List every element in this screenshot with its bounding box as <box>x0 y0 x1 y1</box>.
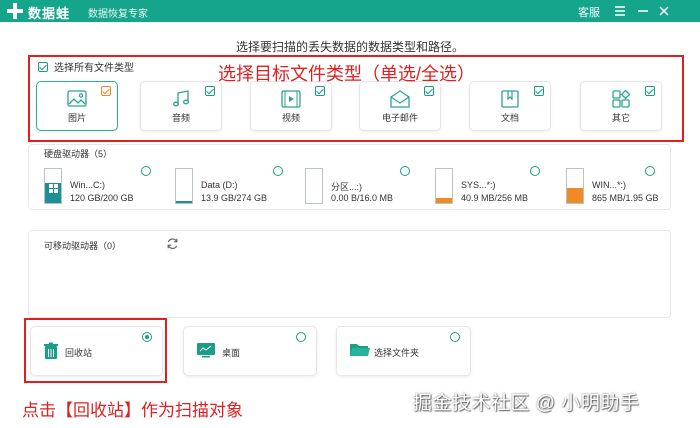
drive-bar <box>566 168 584 204</box>
watermark: 掘金技术社区 @ 小明助手 <box>413 393 640 414</box>
drive-radio[interactable] <box>530 166 540 176</box>
drive-name: Data (D:) <box>201 180 238 190</box>
drive-name: Win...C:) <box>70 180 105 190</box>
location-label: 桌面 <box>222 348 241 358</box>
drive-size: 0.00 B/16.0 MB <box>331 193 394 203</box>
instruction-text: 选择要扫描的丢失数据的数据类型和路径。 <box>235 40 464 54</box>
annotation-box-recycle-bin <box>24 318 167 383</box>
location-radio[interactable] <box>296 332 306 342</box>
removable-drive-title: 可移动驱动器（0） <box>44 241 122 251</box>
drive-usage-fill <box>176 201 192 203</box>
location-choose-folder[interactable]: 选择文件夹 <box>336 326 471 376</box>
minimize-icon[interactable] <box>635 3 651 19</box>
location-label: 选择文件夹 <box>374 348 420 358</box>
drive-bar <box>305 168 323 204</box>
folder-icon <box>350 344 370 356</box>
drive-usage-fill <box>436 197 452 203</box>
drive-name: WIN...*:) <box>592 180 626 190</box>
drive-size: 13.9 GB/274 GB <box>201 193 268 203</box>
desktop-icon <box>197 343 215 358</box>
drive-bar <box>435 168 453 204</box>
drive-name: 分区...:) <box>331 182 362 192</box>
drive-bar <box>175 168 193 204</box>
menu-icon[interactable] <box>612 3 628 19</box>
app-name: 数据蛙 <box>28 6 71 21</box>
windows-icon <box>49 184 58 193</box>
drive-size: 865 MB/1.95 GB <box>592 193 659 203</box>
customer-service-link[interactable]: 客服 <box>578 4 600 20</box>
annotation-recycle-bin: 点击【回收站】作为扫描对象 <box>22 401 243 420</box>
drive-bar <box>44 168 62 204</box>
drive-name: SYS...*:) <box>461 180 496 190</box>
location-radio[interactable] <box>450 332 460 342</box>
drive-item[interactable]: WIN...*:) 865 MB/1.95 GB <box>566 166 686 206</box>
title-bar: 数据蛙 数据恢复专家 客服 <box>0 0 700 22</box>
app-subtitle: 数据恢复专家 <box>88 9 148 20</box>
drive-usage-fill <box>567 188 583 203</box>
drive-radio[interactable] <box>273 166 283 176</box>
app-logo-icon <box>7 3 23 19</box>
drive-radio[interactable] <box>400 166 410 176</box>
close-icon[interactable] <box>656 3 672 19</box>
refresh-icon[interactable] <box>166 237 179 250</box>
drive-radio[interactable] <box>645 166 655 176</box>
removable-drive-panel <box>28 230 671 318</box>
drive-size: 40.9 MB/256 MB <box>461 193 529 203</box>
drive-size: 120 GB/200 GB <box>70 193 134 203</box>
annotation-file-types: 选择目标文件类型（单选/全选） <box>218 64 475 84</box>
hard-drive-title: 硬盘驱动器（5） <box>44 149 113 159</box>
location-desktop[interactable]: 桌面 <box>183 326 317 376</box>
drive-radio[interactable] <box>141 166 151 176</box>
